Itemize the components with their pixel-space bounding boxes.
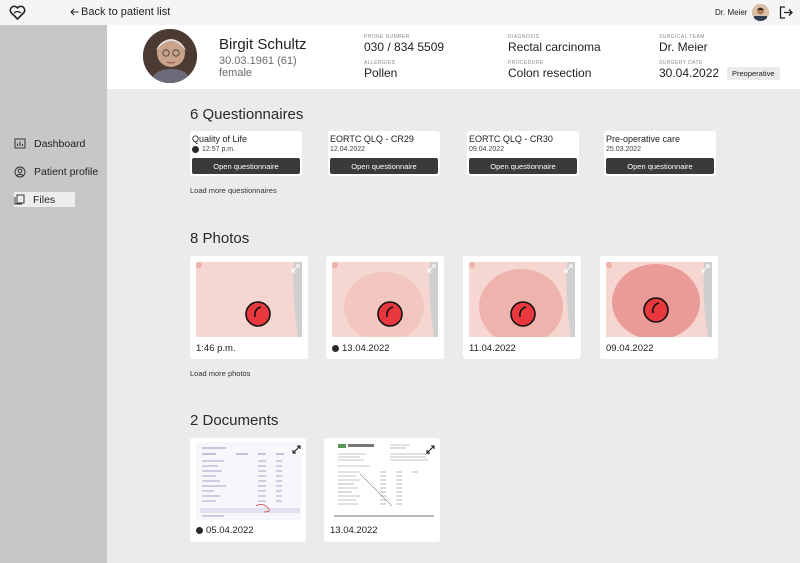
photo-date: 11.04.2022 — [469, 343, 516, 354]
documents-title: 2 Documents — [190, 412, 279, 429]
photos-title: 8 Photos — [190, 230, 250, 247]
expand-icon[interactable] — [291, 264, 300, 273]
expand-icon[interactable] — [426, 445, 435, 454]
expand-icon[interactable] — [427, 264, 436, 273]
open-questionnaire-button[interactable]: Open questionnaire — [192, 158, 300, 174]
status-badge: Preoperative — [727, 67, 780, 80]
patient-birthdate: 30.03.1961 (61) — [219, 55, 297, 67]
sidebar-item-dashboard[interactable]: Dashboard — [14, 136, 85, 151]
photo-card[interactable]: 1:46 p.m. — [190, 256, 308, 359]
questionnaire-date: 12.04.2022 — [330, 146, 366, 153]
stoma-photo — [196, 262, 302, 337]
questionnaire-date: 25.03.2022 — [606, 146, 642, 153]
photo-meta: 11.04.2022 — [469, 343, 516, 354]
expand-icon[interactable] — [564, 264, 573, 273]
document-meta: 05.04.2022 — [196, 525, 254, 536]
document-date: 05.04.2022 — [206, 525, 254, 536]
photo-card[interactable]: 09.04.2022 — [600, 256, 718, 359]
user-avatar[interactable] — [752, 4, 769, 21]
questionnaire-date: 12:57 p.m. — [202, 146, 236, 153]
allergies-value: Pollen — [364, 66, 398, 80]
chart-icon — [14, 138, 26, 149]
surgery-date-value: 30.04.2022 — [659, 66, 720, 80]
questionnaire-meta: 09.04.2022 — [469, 146, 504, 153]
open-questionnaire-button[interactable]: Open questionnaire — [606, 158, 714, 174]
questionnaire-title: EORTC QLQ - CR29 — [330, 134, 414, 144]
photo-meta: 1:46 p.m. — [196, 343, 236, 354]
new-indicator-dot — [192, 146, 199, 153]
document-card[interactable]: 05.04.2022 — [190, 438, 306, 542]
photo-meta: 13.04.2022 — [332, 343, 390, 354]
diagnosis-value: Rectal carcinoma — [508, 40, 601, 54]
files-icon — [14, 194, 25, 205]
sidebar-item-files[interactable]: Files — [14, 192, 75, 207]
questionnaire-meta: 12:57 p.m. — [192, 146, 235, 153]
stoma-photo — [332, 262, 438, 337]
logout-icon[interactable] — [779, 6, 793, 19]
patient-name: Birgit Schultz — [219, 36, 307, 53]
photo-date: 09.04.2022 — [606, 343, 654, 354]
patient-sex: female — [219, 67, 253, 79]
user-name: Dr. Meier — [715, 8, 748, 17]
questionnaire-title: EORTC QLQ - CR30 — [469, 134, 553, 144]
document-meta: 13.04.2022 — [330, 525, 378, 536]
stoma-photo — [606, 262, 712, 337]
person-icon — [14, 166, 26, 177]
patient-header: Birgit Schultz 30.03.1961 (61) female PH… — [107, 25, 800, 89]
document-card[interactable]: 13.04.2022 — [324, 438, 440, 542]
document-date: 13.04.2022 — [330, 525, 378, 536]
questionnaire-meta: 25.03.2022 — [606, 146, 641, 153]
expand-icon[interactable] — [292, 445, 301, 454]
sidebar-item-label: Files — [33, 193, 56, 206]
stoma-photo — [469, 262, 575, 337]
back-to-patient-list-link[interactable]: Back to patient list — [70, 6, 170, 18]
new-indicator-dot — [196, 527, 203, 534]
new-indicator-dot — [332, 345, 339, 352]
expand-icon[interactable] — [701, 264, 710, 273]
surgical-team-value: Dr. Meier — [659, 40, 708, 54]
patient-photo — [143, 29, 197, 83]
top-bar: Back to patient list Dr. Meier — [0, 0, 800, 25]
questionnaire-title: Pre-operative care — [606, 134, 681, 144]
photo-card[interactable]: 13.04.2022 — [326, 256, 444, 359]
questionnaire-card: Quality of Life 12:57 p.m. Open question… — [190, 131, 302, 176]
load-more-photos-link[interactable]: Load more photos — [190, 369, 250, 378]
load-more-questionnaires-link[interactable]: Load more questionnaires — [190, 186, 277, 195]
photo-meta: 09.04.2022 — [606, 343, 654, 354]
clinical-report-thumbnail — [330, 442, 435, 520]
open-questionnaire-button[interactable]: Open questionnaire — [330, 158, 438, 174]
questionnaire-card: EORTC QLQ - CR30 09.04.2022 Open questio… — [467, 131, 579, 176]
sidebar-item-label: Patient profile — [34, 165, 99, 178]
questionnaire-title: Quality of Life — [192, 134, 248, 144]
questionnaires-title: 6 Questionnaires — [190, 106, 304, 123]
questionnaire-date: 09.04.2022 — [469, 146, 505, 153]
sidebar-item-label: Dashboard — [34, 137, 86, 150]
photo-date: 1:46 p.m. — [196, 343, 236, 354]
photo-card[interactable]: 11.04.2022 — [463, 256, 581, 359]
photo-date: 13.04.2022 — [342, 343, 390, 354]
back-label: Back to patient list — [81, 6, 171, 18]
questionnaire-meta: 12.04.2022 — [330, 146, 365, 153]
heart-logo-icon[interactable] — [9, 5, 26, 20]
phone-value: 030 / 834 5509 — [364, 40, 445, 54]
arrow-left-icon — [70, 8, 79, 16]
questionnaire-card: EORTC QLQ - CR29 12.04.2022 Open questio… — [328, 131, 440, 176]
open-questionnaire-button[interactable]: Open questionnaire — [469, 158, 577, 174]
procedure-value: Colon resection — [508, 66, 592, 80]
lab-report-thumbnail — [196, 442, 301, 520]
sidebar: Dashboard Patient profile Files — [0, 25, 107, 563]
questionnaire-card: Pre-operative care 25.03.2022 Open quest… — [604, 131, 716, 176]
sidebar-item-patient-profile[interactable]: Patient profile — [14, 164, 98, 179]
